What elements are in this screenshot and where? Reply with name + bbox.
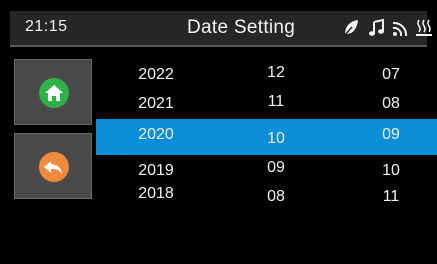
date-setting-screen: 21:15 Date Setting 2022 12 07 2021 11 08… — [0, 0, 437, 264]
page-title: Date Setting — [187, 17, 296, 38]
month-value: 11 — [267, 93, 285, 110]
home-icon — [39, 78, 69, 108]
back-arrow-icon — [39, 152, 69, 182]
day-value: 11 — [382, 188, 400, 205]
month-value: 08 — [267, 188, 285, 205]
clock-time: 21:15 — [25, 18, 68, 35]
home-button[interactable] — [14, 59, 92, 125]
leaf-icon — [343, 19, 359, 37]
date-row[interactable]: 2018 08 11 — [96, 179, 437, 215]
year-value: 2018 — [138, 185, 174, 202]
year-value: 2020 — [138, 126, 174, 143]
heating-icon — [416, 19, 432, 37]
day-value: 09 — [382, 126, 400, 143]
back-button[interactable] — [14, 133, 92, 199]
status-header: 21:15 Date Setting — [10, 11, 432, 47]
wifi-icon — [392, 19, 409, 37]
music-note-icon — [368, 19, 385, 37]
